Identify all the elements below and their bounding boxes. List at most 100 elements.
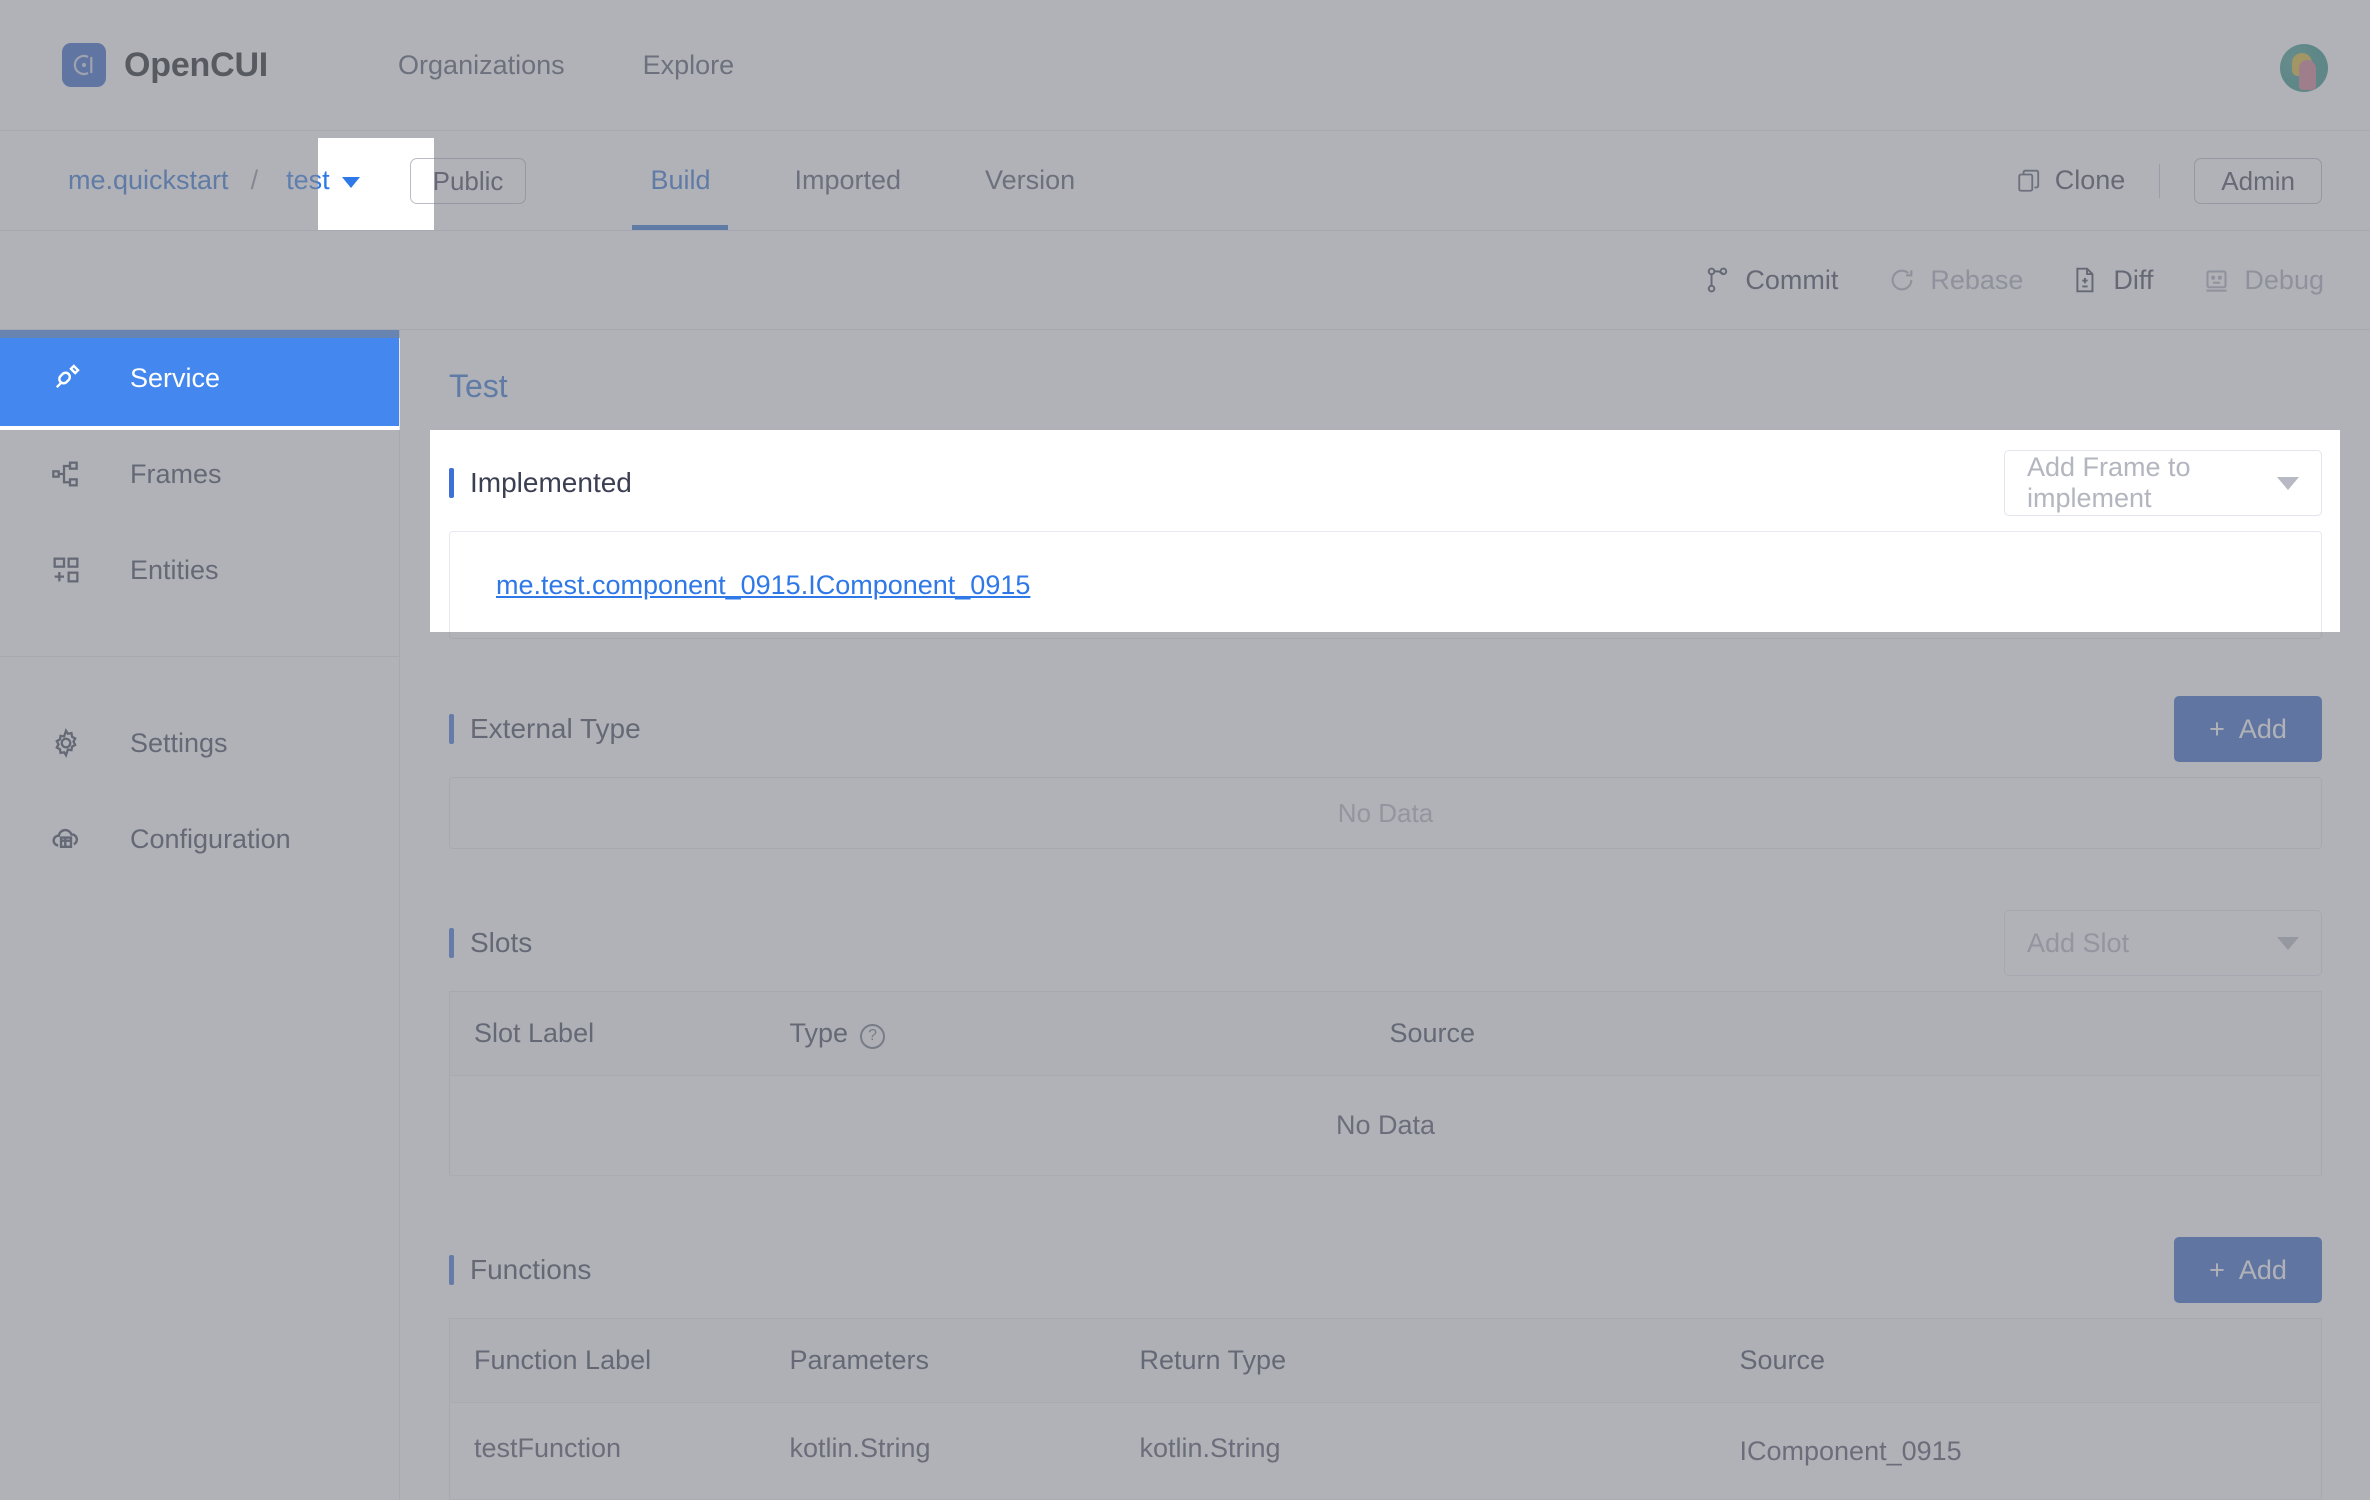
section-accent-bar <box>449 714 454 744</box>
sidebar-item-settings[interactable]: Settings <box>0 695 399 791</box>
functions-section-header: Functions + Add <box>449 1222 2322 1318</box>
project-bar-actions: Clone Admin <box>2016 158 2322 204</box>
functions-add-label: Add <box>2239 1255 2287 1286</box>
sitemap-icon <box>48 456 84 492</box>
table-row[interactable]: testFunction kotlin.String kotlin.String… <box>450 1403 2322 1500</box>
app-root: OpenCUI Organizations Explore me.quickst… <box>0 0 2370 1500</box>
slots-col-type-label: Type <box>790 1018 849 1048</box>
blocks-icon <box>48 552 84 588</box>
functions-col-function-label[interactable]: Function Label <box>450 1319 790 1403</box>
bug-icon <box>2203 267 2230 294</box>
user-avatar[interactable] <box>2280 44 2328 92</box>
add-slot-placeholder: Add Slot <box>2027 928 2129 959</box>
nav-explore[interactable]: Explore <box>643 50 735 81</box>
sidebar-item-label: Frames <box>130 459 222 490</box>
external-type-empty: No Data <box>449 777 2322 849</box>
implemented-frame-link[interactable]: me.test.component_0915.IComponent_0915 <box>496 570 1030 601</box>
visibility-badge: Public <box>410 158 527 204</box>
functions-add-button[interactable]: + Add <box>2174 1237 2322 1303</box>
add-frame-placeholder: Add Frame to implement <box>2027 452 2277 514</box>
functions-title: Functions <box>449 1254 591 1286</box>
sidebar-item-frames[interactable]: Frames <box>0 426 399 522</box>
page-title: Test <box>449 330 2322 435</box>
functions-col-source[interactable]: Source <box>1740 1319 2322 1403</box>
sidebar-divider <box>0 656 399 657</box>
functions-col-parameters[interactable]: Parameters <box>790 1319 1140 1403</box>
parameters-cell: kotlin.String <box>790 1403 1140 1500</box>
external-type-title: External Type <box>449 713 641 745</box>
opencui-logo-icon <box>62 43 106 87</box>
sidebar-item-label: Entities <box>130 555 219 586</box>
sidebar-item-label: Service <box>130 363 220 394</box>
cloud-config-icon <box>48 821 84 857</box>
return-type-cell: kotlin.String <box>1140 1403 1740 1500</box>
brand[interactable]: OpenCUI <box>62 43 268 87</box>
left-sidebar: Service Frames <box>0 330 400 1500</box>
external-type-section-header: External Type + Add <box>449 681 2322 777</box>
diff-button[interactable]: Diff <box>2073 265 2153 296</box>
breadcrumb-separator: / <box>251 165 259 196</box>
section-accent-bar <box>449 928 454 958</box>
project-tabs: Build Imported Version <box>608 131 1117 230</box>
sidebar-item-service[interactable]: Service <box>0 330 399 426</box>
admin-button[interactable]: Admin <box>2194 158 2322 204</box>
implemented-frame-card: me.test.component_0915.IComponent_0915 <box>449 531 2322 639</box>
tab-imported[interactable]: Imported <box>752 131 943 230</box>
project-name: test <box>286 165 330 196</box>
gear-icon <box>48 725 84 761</box>
page-base: OpenCUI Organizations Explore me.quickst… <box>0 0 2370 1500</box>
functions-title-text: Functions <box>470 1254 591 1286</box>
external-type-add-label: Add <box>2239 714 2287 745</box>
debug-button[interactable]: Debug <box>2203 265 2324 296</box>
implemented-title: Implemented <box>449 467 632 499</box>
main-content: Test Implemented Add Frame to implement … <box>401 330 2370 1500</box>
slots-title: Slots <box>449 927 532 959</box>
brand-name: OpenCUI <box>124 46 268 85</box>
slots-empty-row: No Data <box>450 1076 2322 1176</box>
external-type-title-text: External Type <box>470 713 641 745</box>
external-type-add-button[interactable]: + Add <box>2174 696 2322 762</box>
nav-organizations[interactable]: Organizations <box>398 50 565 81</box>
clone-button[interactable]: Clone <box>2016 165 2126 196</box>
plus-icon: + <box>2209 1255 2225 1286</box>
refresh-icon <box>1888 266 1916 294</box>
slots-empty-text: No Data <box>450 1076 2322 1176</box>
clone-label: Clone <box>2055 165 2126 196</box>
clone-icon <box>2016 168 2042 194</box>
tab-build[interactable]: Build <box>608 131 752 230</box>
section-accent-bar <box>449 1255 454 1285</box>
top-nav-links: Organizations Explore <box>398 50 734 81</box>
functions-col-return-type[interactable]: Return Type <box>1140 1319 1740 1403</box>
section-accent-bar <box>449 468 454 498</box>
breadcrumb-org[interactable]: me.quickstart <box>68 165 229 196</box>
function-label-cell: testFunction <box>450 1403 790 1500</box>
rebase-button[interactable]: Rebase <box>1888 265 2023 296</box>
help-circle-icon[interactable]: ? <box>860 1024 885 1049</box>
tab-version[interactable]: Version <box>943 131 1117 230</box>
implemented-section-header: Implemented Add Frame to implement <box>449 435 2322 531</box>
functions-table-header-row: Function Label Parameters Return Type So… <box>450 1319 2322 1403</box>
chevron-down-icon <box>2277 477 2299 490</box>
branch-icon <box>1705 266 1731 294</box>
build-action-toolbar: Commit Rebase Diff <box>0 231 2370 330</box>
project-bar: me.quickstart / test Public Build Import… <box>0 131 2370 231</box>
sidebar-item-label: Configuration <box>130 824 291 855</box>
plug-icon <box>48 360 84 396</box>
slots-title-text: Slots <box>470 927 532 959</box>
project-selector[interactable]: test <box>280 165 366 196</box>
sidebar-item-entities[interactable]: Entities <box>0 522 399 618</box>
slots-table: Slot Label Type? Source No Data <box>449 991 2322 1176</box>
plus-icon: + <box>2209 714 2225 745</box>
chevron-down-icon <box>2277 937 2299 950</box>
sidebar-item-configuration[interactable]: Configuration <box>0 791 399 887</box>
add-slot-dropdown[interactable]: Add Slot <box>2004 910 2322 976</box>
chevron-down-icon <box>342 177 360 188</box>
slots-col-type[interactable]: Type? <box>790 992 1390 1076</box>
debug-label: Debug <box>2244 265 2324 296</box>
commit-button[interactable]: Commit <box>1705 265 1838 296</box>
top-navigation-bar: OpenCUI Organizations Explore <box>0 0 2370 131</box>
slots-col-slot-label[interactable]: Slot Label <box>450 992 790 1076</box>
add-frame-dropdown[interactable]: Add Frame to implement <box>2004 450 2322 516</box>
rebase-label: Rebase <box>1930 265 2023 296</box>
slots-col-source[interactable]: Source <box>1390 992 2322 1076</box>
